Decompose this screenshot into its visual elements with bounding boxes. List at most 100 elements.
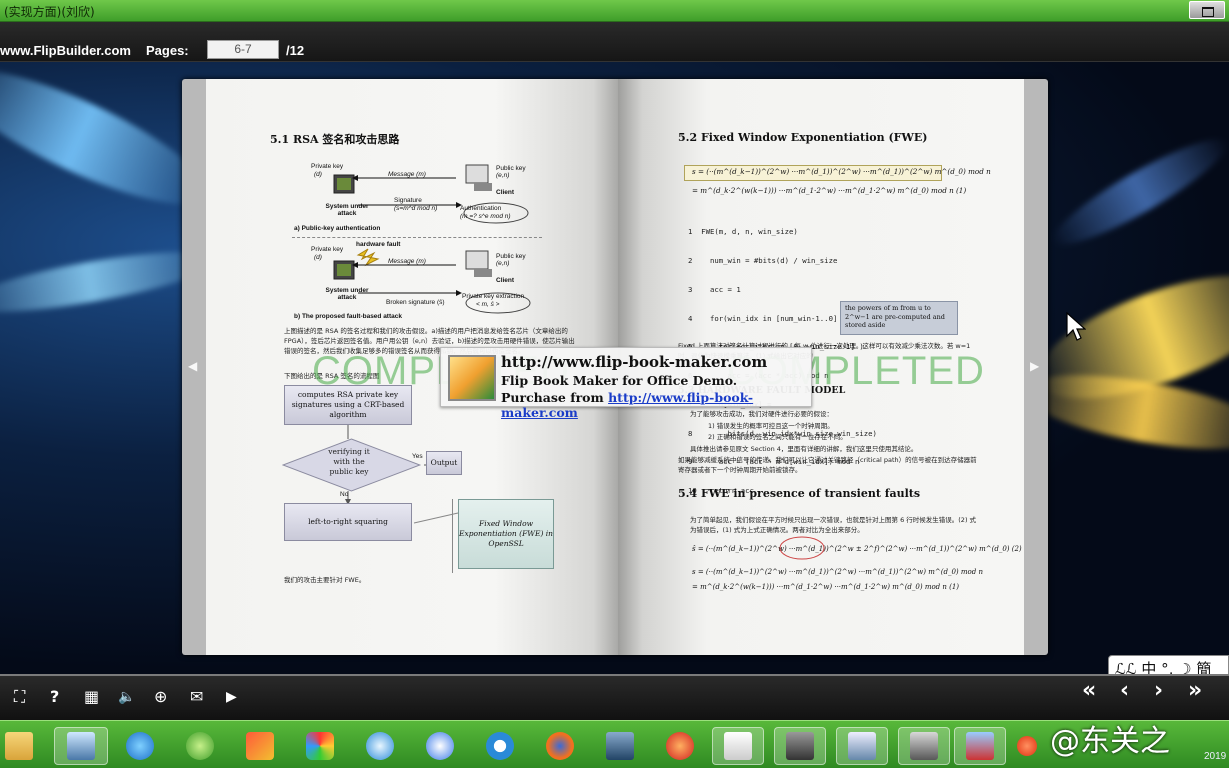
taskbar-flipbook-app[interactable] [954, 727, 1006, 765]
flip-prev-arrow-icon[interactable]: ◀ [188, 359, 197, 373]
contacts-icon [848, 732, 876, 760]
brand-link[interactable]: www.FlipBuilder.com [0, 43, 131, 58]
taskbar-sogou-ime[interactable] [1012, 727, 1042, 765]
first-page-icon[interactable]: « [1082, 680, 1096, 702]
sound-icon[interactable]: 🔈 [118, 688, 135, 706]
ad-url-title: http://www.flip-book-maker.com [501, 353, 768, 371]
taskbar-ie[interactable] [120, 727, 160, 765]
fig-a-signature-label: Signature [394, 197, 422, 204]
taskbar-baidu-netdisk[interactable] [420, 727, 460, 765]
fig-b-system-label: System under attack [325, 287, 369, 301]
network-app-icon [606, 732, 634, 760]
demo-ad-banner[interactable]: http://www.flip-book-maker.com Flip Book… [440, 347, 812, 420]
weibo-watermark: @东关之 [1050, 724, 1170, 759]
fig-b-extraction-label: Private key extraction [462, 293, 525, 300]
flow-no-label: No [340, 491, 349, 498]
taskbar-app-color[interactable] [300, 727, 340, 765]
thumbnails-icon[interactable]: ▦ [84, 688, 99, 706]
taskbar-calendar[interactable] [712, 727, 764, 765]
restore-window-button[interactable] [1189, 1, 1225, 19]
code-note-box: the powers of m from u to 2^w−1 are pre-… [840, 301, 958, 335]
ad-purchase-line: Purchase from http://www.flip-book-maker… [501, 390, 811, 420]
fig-b-private-key-var: (d) [314, 254, 322, 261]
section-5-1-title: 5.1 RSA 签名和攻击思路 [270, 133, 400, 146]
internet-explorer-icon [126, 732, 154, 760]
sogou-icon [1017, 736, 1037, 756]
paragraph-attack-target: 我们的攻击主要针对 FWE。 [284, 576, 366, 584]
taskbar-terminal[interactable] [774, 727, 826, 765]
fig-a-client-label: Client [496, 189, 515, 196]
taskbar-app-settings[interactable] [360, 727, 400, 765]
flow-verify-diamond: verifying it with the public key [328, 447, 370, 476]
calendar-icon [724, 732, 752, 760]
fit-screen-icon[interactable]: ⛶ [14, 688, 25, 706]
section-5-4-title: 5.4 FWE in presence of transient faults [678, 487, 921, 500]
figure-divider [292, 237, 542, 238]
fig-b-hardware-fault-label: hardware fault [356, 241, 401, 248]
page-number-input[interactable]: 6-7 [207, 40, 279, 59]
taskbar-contacts[interactable] [836, 727, 888, 765]
zoom-in-icon[interactable]: ⊕ [154, 688, 167, 706]
computer-icon [67, 732, 95, 760]
fig-b-broken-signature-label: Broken signature (ŝ) [386, 299, 445, 306]
email-icon[interactable]: ✉ [190, 688, 203, 706]
help-icon[interactable]: ? [50, 688, 59, 706]
next-page-icon[interactable]: › [1154, 680, 1163, 702]
cloud-icon [426, 732, 454, 760]
paragraph-section4-ref: 具体推出请参见原文 Section 4，里面有详细的讲解，我们这里只使用其结论。 [690, 445, 918, 453]
viewer-controls-bar: ⛶ ? ▦ 🔈 ⊕ ✉ ▶ « ‹ › » [0, 674, 1229, 720]
taskbar-k-app[interactable] [480, 727, 520, 765]
hw-assumption-2: 2) 正确和错误的签名之间只能有一位存在不同。 [708, 433, 847, 441]
fault-circle-annotation [779, 536, 825, 560]
equation-1-repeat: = m^(d_k·2^(w(k−1))) ···m^(d_1·2^w) ···m… [692, 583, 960, 591]
fig-a-system-label: System under attack [325, 203, 369, 217]
flipbook-viewer-window: (实现方面)(刘欣) www.FlipBuilder.com Pages: 6-… [0, 0, 1229, 768]
taskbar-media-player[interactable] [660, 727, 700, 765]
settings-app-icon [366, 732, 394, 760]
taskbar-app-game[interactable] [898, 727, 950, 765]
viewer-toolbar: www.FlipBuilder.com Pages: 6-7 /12 [0, 22, 1229, 62]
taskbar-network-app[interactable] [600, 727, 640, 765]
flip-next-arrow-icon[interactable]: ▶ [1030, 359, 1039, 373]
fig-b-caption: b) The proposed fault-based attack [294, 313, 402, 320]
taskbar-360-browser[interactable] [180, 727, 220, 765]
paragraph-transient-faults: 为了简单起见，我们假设在平方时候只出现一次错误，也就是针对上图第 6 行时候发生… [690, 516, 977, 534]
section-5-2-title: 5.2 Fixed Window Exponentiation (FWE) [678, 131, 928, 144]
taskbar-firefox[interactable] [540, 727, 580, 765]
autoplay-icon[interactable]: ▶ [226, 688, 237, 706]
flow-output-box: Output [426, 451, 462, 475]
window-title-bar: (实现方面)(刘欣) [0, 0, 1229, 22]
taskbar-computer[interactable] [54, 727, 108, 765]
browser-360-icon [186, 732, 214, 760]
fig-a-signature-eq: (s=m^d mod n) [394, 205, 438, 212]
fig-a-message-label: Message (m) [388, 171, 426, 178]
page-total: /12 [286, 43, 305, 58]
taskbar-folder[interactable] [0, 727, 38, 765]
fig-a-public-key-label: Public key [496, 165, 526, 172]
app-red-icon [246, 732, 274, 760]
ad-purchase-prefix: Purchase from [501, 390, 609, 405]
fig-b-public-key-var: (e,n) [496, 260, 510, 267]
clock-year: 2019 [1204, 751, 1227, 762]
code-line: 1 FWE(m, d, n, win_size) [688, 227, 798, 237]
fig-a-caption: a) Public-key authentication [294, 225, 381, 232]
taskbar-app-red[interactable] [240, 727, 280, 765]
fig-b-extraction-eq: < m, ŝ > [476, 301, 500, 308]
ad-demo-text: Flip Book Maker for Office Demo. [501, 373, 738, 388]
fig-a-private-key-label: Private key [311, 163, 344, 170]
previous-page-icon[interactable]: ‹ [1120, 680, 1129, 702]
equation-s-repeat: s = (··(m^(d_k−1))^(2^w) ···m^(d_1))^(2^… [692, 568, 983, 576]
equation-s: s = (··(m^(d_k−1))^(2^w) ···m^(d_1))^(2^… [692, 167, 991, 176]
media-player-icon [666, 732, 694, 760]
window-title: (实现方面)(刘欣) [4, 5, 95, 19]
app-colorful-icon [306, 732, 334, 760]
k-app-icon [486, 732, 514, 760]
last-page-icon[interactable]: » [1188, 680, 1202, 702]
game-app-icon [910, 732, 938, 760]
folder-icon [5, 732, 33, 760]
fig-a-authentication-label: Authentication [460, 205, 502, 212]
flow-ltr-squaring-box: left-to-right squaring [284, 503, 412, 541]
fig-b-public-key-label: Public key [496, 253, 526, 260]
code-line: 3 acc = 1 [688, 284, 741, 294]
fig-b-message-label: Message (m) [388, 258, 426, 265]
